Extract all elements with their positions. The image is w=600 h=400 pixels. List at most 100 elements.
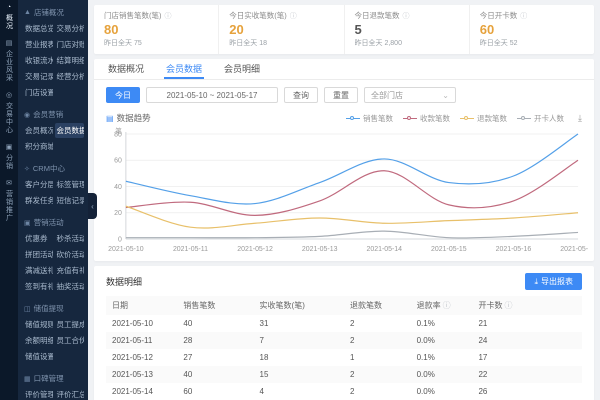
- stats-bar: 门店销售笔数(笔)ⓘ80昨日全天 75今日实收笔数(笔)ⓘ20昨日全天 18今日…: [94, 5, 594, 54]
- tab-3[interactable]: 会员明细: [222, 59, 262, 79]
- rail-item-4[interactable]: ▣分销: [5, 144, 14, 170]
- sidebar-item[interactable]: 积分商城: [23, 139, 53, 154]
- chart-icon: ▤: [106, 114, 114, 123]
- sidebar-item[interactable]: 余额明细: [23, 333, 53, 348]
- svg-text:2021-05-13: 2021-05-13: [302, 246, 338, 253]
- sidebar-item[interactable]: 员工合伙: [55, 333, 85, 348]
- sidebar-item[interactable]: 评价汇总: [55, 387, 85, 400]
- sidebar-item[interactable]: 满减送礼: [23, 263, 53, 278]
- store-select[interactable]: 全部门店 ⌄: [364, 87, 456, 103]
- sidebar-item[interactable]: 拼团活动: [23, 247, 53, 262]
- info-icon[interactable]: ⓘ: [520, 11, 527, 21]
- legend-label: 退款笔数: [477, 113, 507, 124]
- icon-rail: ◔概况 ▤企业风采 ◎交易中心 ▣分销 ✉ 营销推广: [0, 0, 18, 400]
- sidebar-item[interactable]: 收银流水: [23, 53, 53, 68]
- sidebar-item[interactable]: 储值规则: [23, 317, 53, 332]
- svg-text:40: 40: [114, 184, 122, 191]
- rail-item-3[interactable]: ◎交易中心: [5, 92, 14, 134]
- svg-text:2021-05-14: 2021-05-14: [366, 246, 402, 253]
- stat-card-1: 门店销售笔数(笔)ⓘ80昨日全天 75: [94, 5, 219, 54]
- sidebar-item[interactable]: 储值设置: [23, 349, 53, 364]
- stat-label: 今日开卡数ⓘ: [480, 10, 584, 21]
- stat-card-4: 今日开卡数ⓘ60昨日全天 52: [470, 5, 594, 54]
- column-header: 开卡数ⓘ: [472, 296, 582, 315]
- sidebar-item[interactable]: 会员数据: [55, 123, 85, 138]
- sidebar-collapse-handle[interactable]: ‹: [88, 193, 97, 219]
- group-icon: ◉: [24, 111, 30, 119]
- rail-item-label: 营销推广: [5, 190, 14, 222]
- sidebar-item[interactable]: 客户分层: [23, 177, 53, 192]
- date-range-input[interactable]: 2021-05-10 ~ 2021-05-17: [146, 87, 278, 103]
- sidebar-item[interactable]: 优惠券: [23, 231, 53, 246]
- table-row: 2021-05-1128720.0%24: [106, 332, 582, 349]
- legend-marker: [346, 115, 360, 122]
- sidebar-item[interactable]: 员工提成: [55, 317, 85, 332]
- sidebar-item[interactable]: 交易分析: [55, 21, 85, 36]
- sidebar-item[interactable]: 充值有礼: [55, 263, 85, 278]
- group-icon: ▣: [24, 219, 31, 227]
- sidebar-item[interactable]: 抽奖活动: [55, 279, 85, 294]
- legend-item[interactable]: 收款笔数: [403, 113, 450, 124]
- sidebar-item[interactable]: 会员概况: [23, 123, 53, 138]
- sidebar-item[interactable]: 门店对账: [55, 37, 85, 52]
- export-button[interactable]: ⤓ 导出报表: [525, 273, 582, 290]
- sidebar-item[interactable]: 门店设置: [23, 85, 53, 100]
- sidebar-group-3: ✧CRM中心客户分层标签管理群发任务短信记录: [23, 161, 84, 208]
- info-icon[interactable]: ⓘ: [290, 11, 297, 21]
- stat-value: 20: [229, 22, 333, 37]
- rail-item-5[interactable]: ✉ 营销推广: [5, 180, 14, 222]
- svg-text:60: 60: [114, 158, 122, 165]
- quick-range-button[interactable]: 今日: [106, 87, 140, 103]
- stat-subtext: 昨日全天 2,800: [355, 38, 459, 48]
- sidebar-item[interactable]: 数据总览: [23, 21, 53, 36]
- info-icon[interactable]: ⓘ: [165, 11, 172, 21]
- legend-item[interactable]: 开卡人数: [517, 113, 564, 124]
- legend-label: 开卡人数: [534, 113, 564, 124]
- rail-item-icon: ✉: [6, 180, 12, 188]
- sidebar-item[interactable]: 评价管理: [23, 387, 53, 400]
- legend-item[interactable]: 退款笔数: [460, 113, 507, 124]
- rail-item-1[interactable]: ◔概况: [5, 4, 14, 30]
- column-header: 日期: [106, 296, 177, 315]
- sidebar-item[interactable]: 短信记录: [55, 193, 85, 208]
- sidebar-item[interactable]: 经营分析: [55, 69, 85, 84]
- stat-subtext: 昨日全天 52: [480, 38, 584, 48]
- sidebar-group-title: ▲店铺概况: [23, 5, 84, 21]
- sidebar-group-1: ▲店铺概况数据总览交易分析营业报表门店对账收银流水结算明细交易记录经营分析门店设…: [23, 5, 84, 100]
- group-items: 会员概况会员数据积分商城: [23, 123, 84, 154]
- sidebar-item[interactable]: 营业报表: [23, 37, 53, 52]
- stat-subtext: 昨日全天 75: [104, 38, 208, 48]
- svg-text:2021-05-10: 2021-05-10: [108, 246, 144, 253]
- reset-button[interactable]: 重置: [324, 87, 358, 103]
- rail-item-2[interactable]: ▤企业风采: [5, 40, 14, 82]
- stat-label-text: 今日实收笔数(笔): [229, 10, 287, 21]
- info-icon[interactable]: ⓘ: [443, 301, 451, 310]
- download-icon[interactable]: ⤓: [578, 113, 582, 124]
- sidebar-group-title: ▦口碑管理: [23, 371, 84, 387]
- chevron-down-icon: ⌄: [442, 91, 449, 100]
- sidebar-item[interactable]: 签到有礼: [23, 279, 53, 294]
- group-title-text: 口碑管理: [34, 373, 64, 384]
- sidebar-item[interactable]: 结算明细: [55, 53, 85, 68]
- stat-card-3: 今日退款笔数ⓘ5昨日全天 2,800: [345, 5, 470, 54]
- download-icon: ⤓: [534, 277, 538, 287]
- sidebar-item[interactable]: 群发任务: [23, 193, 53, 208]
- tab-1[interactable]: 数据概况: [106, 59, 146, 79]
- svg-text:0: 0: [118, 236, 122, 243]
- legend-item[interactable]: 销售笔数: [346, 113, 393, 124]
- sidebar-item[interactable]: 标签管理: [55, 177, 85, 192]
- table-cell: 2021-05-13: [106, 366, 177, 383]
- chevron-left-icon: ‹: [91, 202, 94, 211]
- sidebar-item[interactable]: 交易记录: [23, 69, 53, 84]
- sidebar-item[interactable]: 砍价活动: [55, 247, 85, 262]
- table-cell: 2: [344, 332, 411, 349]
- tab-2[interactable]: 会员数据: [164, 59, 204, 79]
- query-button[interactable]: 查询: [284, 87, 318, 103]
- legend-label: 收款笔数: [420, 113, 450, 124]
- table-cell: 2021-05-12: [106, 349, 177, 366]
- sidebar-item[interactable]: 秒杀活动: [55, 231, 85, 246]
- info-icon[interactable]: ⓘ: [403, 11, 410, 21]
- legend-marker: [403, 115, 417, 122]
- info-icon[interactable]: ⓘ: [504, 301, 512, 310]
- group-items: 优惠券秒杀活动拼团活动砍价活动满减送礼充值有礼签到有礼抽奖活动: [23, 231, 84, 294]
